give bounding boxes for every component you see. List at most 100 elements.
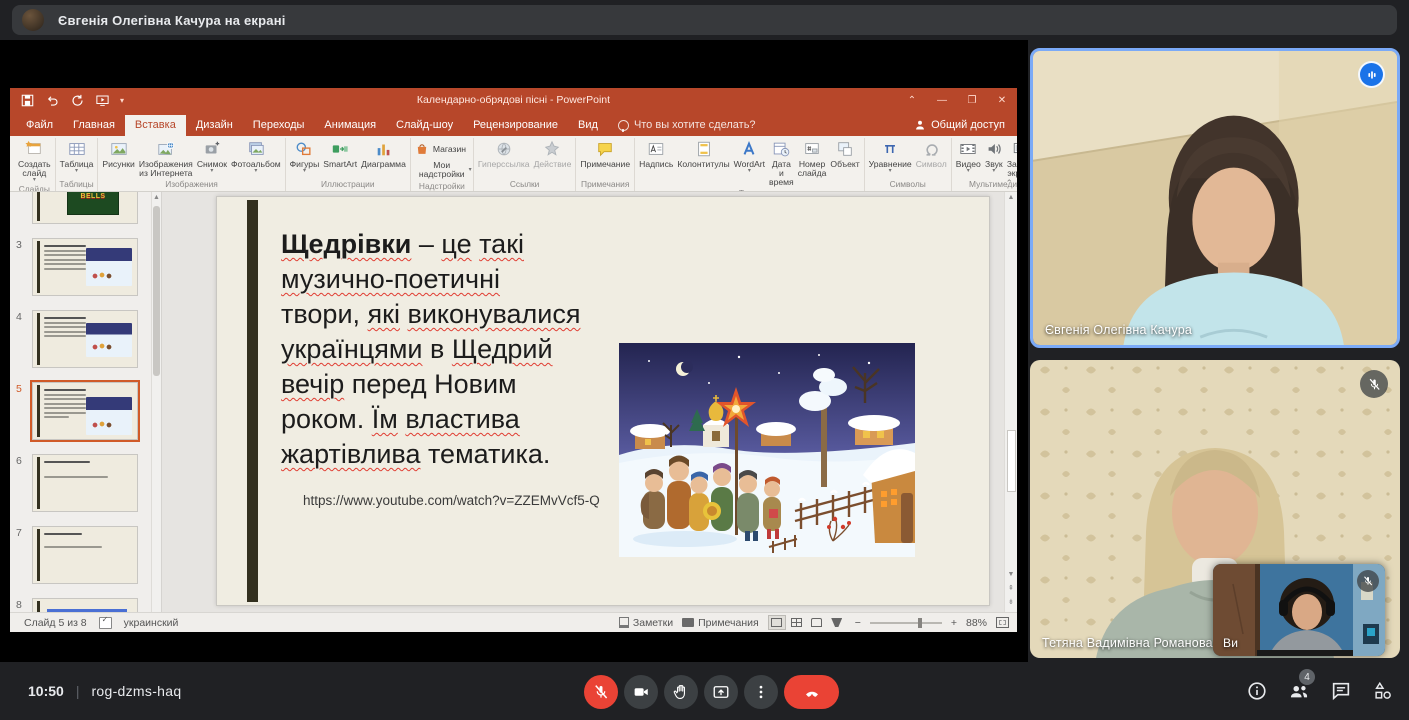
window-title: Календарно-обрядові пісні - PowerPoint (10, 94, 1017, 106)
ribbon-item[interactable]: Гиперссылка (476, 138, 532, 169)
redo-icon[interactable] (70, 93, 85, 108)
tab-анимация[interactable]: Анимация (314, 115, 386, 136)
ribbon-item[interactable]: Уравнение▾ (867, 138, 914, 174)
minimize-icon[interactable]: — (927, 95, 957, 106)
tab-файл[interactable]: Файл (16, 115, 63, 136)
save-icon[interactable] (20, 93, 35, 108)
ribbon-item[interactable]: Фотоальбом▾ (229, 138, 283, 174)
editor-scrollbar[interactable]: ▲ ▼ ⇞ ⇟ (1004, 192, 1017, 612)
video-tile-speaker[interactable]: Євгенія Олегівна Качура (1030, 48, 1400, 348)
ribbon-item[interactable]: SmartArt (321, 138, 359, 169)
muted-mic-badge (1357, 570, 1379, 592)
camera-button[interactable] (624, 675, 658, 709)
restore-icon[interactable]: ❐ (957, 95, 987, 106)
ribbon-item[interactable]: Надпись (637, 138, 675, 169)
photo-album-icon (247, 140, 265, 158)
ribbon-display-options-icon[interactable]: ⌃ (897, 95, 927, 106)
zoom-out-icon[interactable]: − (855, 617, 861, 629)
ribbon-item[interactable]: Колонтитулы (675, 138, 731, 169)
people-button[interactable]: 4 (1287, 679, 1311, 703)
ribbon-item[interactable]: Создать слайд▾ (16, 138, 53, 183)
close-icon[interactable]: ✕ (987, 95, 1017, 106)
ribbon-item[interactable]: Магазин (413, 141, 468, 157)
slide-thumbnail-5[interactable] (32, 382, 138, 440)
thumbnail-scrollbar[interactable]: ▲ (151, 192, 161, 612)
ribbon-item[interactable]: Символ (914, 138, 949, 169)
slide-editor: Щедрівки – це такімузично-поетичнітвори,… (162, 192, 1017, 612)
current-slide[interactable]: Щедрівки – це такімузично-поетичнітвори,… (216, 196, 990, 606)
comments-button[interactable]: Примечания (682, 617, 759, 629)
slide-thumbnail-7[interactable] (32, 526, 138, 584)
ribbon-item[interactable]: Мои надстройки▾ (413, 160, 471, 180)
slide-thumbnail-4[interactable] (32, 310, 138, 368)
slide-image-carolers-winter[interactable] (619, 343, 915, 557)
zoom-in-icon[interactable]: + (951, 617, 957, 629)
self-view-tile[interactable]: Ви (1213, 564, 1385, 656)
chat-button[interactable] (1329, 679, 1353, 703)
divider: | (76, 683, 80, 699)
activities-button[interactable] (1371, 679, 1395, 703)
zoom-level[interactable]: 88% (966, 617, 987, 629)
tab-вставка[interactable]: Вставка (125, 115, 186, 136)
tab-дизайн[interactable]: Дизайн (186, 115, 243, 136)
ribbon-item[interactable]: Запись экрана (1005, 138, 1017, 178)
ribbon-item[interactable]: Видео▾ (954, 138, 983, 174)
start-slideshow-icon[interactable] (95, 93, 110, 108)
tab-рецензирование[interactable]: Рецензирование (463, 115, 568, 136)
ribbon-item[interactable]: Действие (532, 138, 574, 169)
ribbon-item[interactable]: Снимок▾ (195, 138, 229, 174)
powerpoint-titlebar: ▾ Календарно-обрядові пісні - PowerPoint… (10, 88, 1017, 112)
ribbon-item[interactable]: Таблица▾ (58, 138, 96, 174)
ribbon-item[interactable]: Объект (828, 138, 861, 169)
collapse-ribbon-icon[interactable]: ⌃ (1005, 178, 1013, 189)
slide-thumbnail-8[interactable] (32, 598, 138, 612)
undo-icon[interactable] (45, 93, 60, 108)
tab-главная[interactable]: Главная (63, 115, 125, 136)
smartart-icon (331, 140, 349, 158)
ribbon-item[interactable]: Рисунки (100, 138, 136, 169)
language-indicator[interactable]: украинский (124, 617, 179, 629)
info-button[interactable] (1245, 679, 1269, 703)
ribbon-group: ГиперссылкаДействиеСсылки (474, 138, 576, 191)
slide-thumbnail-2[interactable]: JINGLEBELLS (32, 192, 138, 224)
video-icon (959, 140, 977, 158)
fit-to-window-icon[interactable] (996, 617, 1009, 628)
spellcheck-icon[interactable] (99, 617, 112, 629)
ribbon-item[interactable]: Номер слайда (796, 138, 829, 178)
end-call-button[interactable] (784, 675, 839, 709)
ribbon: Создать слайд▾СлайдыТаблица▾ТаблицыРисун… (10, 136, 1017, 192)
meeting-code: rog-dzms-haq (91, 683, 181, 699)
reading-view-button[interactable] (808, 615, 826, 630)
video-tile-participant[interactable]: Тетяна Вадимівна Романова (1030, 360, 1400, 658)
slide-thumbnail-6[interactable] (32, 454, 138, 512)
ribbon-item[interactable]: WordArt▾ (732, 138, 767, 174)
ribbon-item[interactable]: Примечание (578, 138, 632, 169)
ribbon-item[interactable]: Диаграмма (359, 138, 408, 169)
slide-thumbnail-3[interactable] (32, 238, 138, 296)
ribbon-item[interactable]: Звук▾ (983, 138, 1005, 174)
zoom-slider[interactable] (870, 622, 942, 624)
slide-link-text[interactable]: https://www.youtube.com/watch?v=ZZEMvVcf… (303, 493, 600, 508)
normal-view-button[interactable] (768, 615, 786, 630)
ribbon-item[interactable]: Изображения из Интернета (137, 138, 195, 178)
notes-button[interactable]: Заметки (619, 617, 673, 629)
headerfooter-icon (695, 140, 713, 158)
new-slide-icon (25, 140, 43, 158)
slide-sorter-view-button[interactable] (788, 615, 806, 630)
presenter-avatar (22, 9, 44, 31)
present-screen-button[interactable] (704, 675, 738, 709)
share-button[interactable]: Общий доступ (902, 115, 1017, 136)
ribbon-item[interactable]: Фигуры▾ (288, 138, 322, 174)
mic-off-red-button[interactable] (584, 675, 618, 709)
quick-access-toolbar: ▾ (10, 93, 124, 108)
tab-переходы[interactable]: Переходы (243, 115, 315, 136)
tell-me-box[interactable]: Что вы хотите сделать? (608, 115, 766, 136)
tab-слайд-шоу[interactable]: Слайд-шоу (386, 115, 463, 136)
comments-icon (682, 618, 694, 627)
more-options-button[interactable] (744, 675, 778, 709)
tab-вид[interactable]: Вид (568, 115, 608, 136)
slideshow-view-button[interactable] (828, 615, 846, 630)
ribbon-item[interactable]: Дата и время (767, 138, 796, 187)
raise-hand-button[interactable] (664, 675, 698, 709)
qat-customize-icon[interactable]: ▾ (120, 96, 124, 105)
